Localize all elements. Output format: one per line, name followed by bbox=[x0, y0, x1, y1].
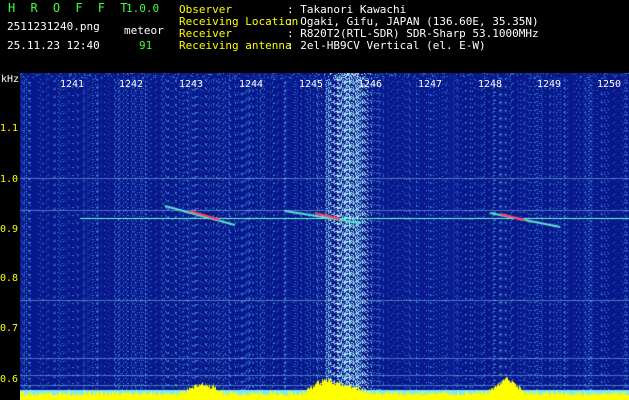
x-tick: 1250 bbox=[597, 79, 622, 90]
app-title: H R O F F T bbox=[8, 1, 132, 15]
detection-label: meteor bbox=[124, 24, 164, 37]
antenna-value: : 2el-HB9CV Vertical (el. E-W) bbox=[287, 39, 486, 52]
y-tick: 0.7 bbox=[0, 323, 19, 334]
header-panel: H R O F F T 1.0.0 2511231240.png meteor … bbox=[0, 0, 629, 73]
x-tick: 1242 bbox=[119, 79, 144, 90]
y-tick: 1.1 bbox=[0, 123, 19, 134]
meteor-count: 91 bbox=[139, 39, 153, 52]
x-tick: 1243 bbox=[179, 79, 204, 90]
x-tick: 1246 bbox=[358, 79, 383, 90]
app-version: 1.0.0 bbox=[126, 2, 160, 15]
x-tick: 1247 bbox=[418, 79, 443, 90]
y-unit-label: kHz bbox=[1, 74, 20, 85]
y-tick: 0.8 bbox=[0, 273, 19, 284]
x-tick: 1241 bbox=[60, 79, 85, 90]
x-tick: 1245 bbox=[299, 79, 324, 90]
x-tick: 1244 bbox=[239, 79, 264, 90]
antenna-label: Receiving antenna bbox=[179, 39, 292, 52]
y-tick: 1.0 bbox=[0, 174, 19, 185]
y-tick: 0.9 bbox=[0, 224, 19, 235]
x-tick: 1249 bbox=[537, 79, 562, 90]
y-axis: kHz 1.1 1.0 0.9 0.8 0.7 0.6 bbox=[0, 73, 20, 400]
y-tick: 0.6 bbox=[0, 374, 19, 385]
spectrogram bbox=[20, 73, 629, 400]
file-datetime: 25.11.23 12:40 bbox=[7, 39, 100, 52]
x-tick: 1248 bbox=[478, 79, 503, 90]
file-name: 2511231240.png bbox=[7, 20, 100, 33]
